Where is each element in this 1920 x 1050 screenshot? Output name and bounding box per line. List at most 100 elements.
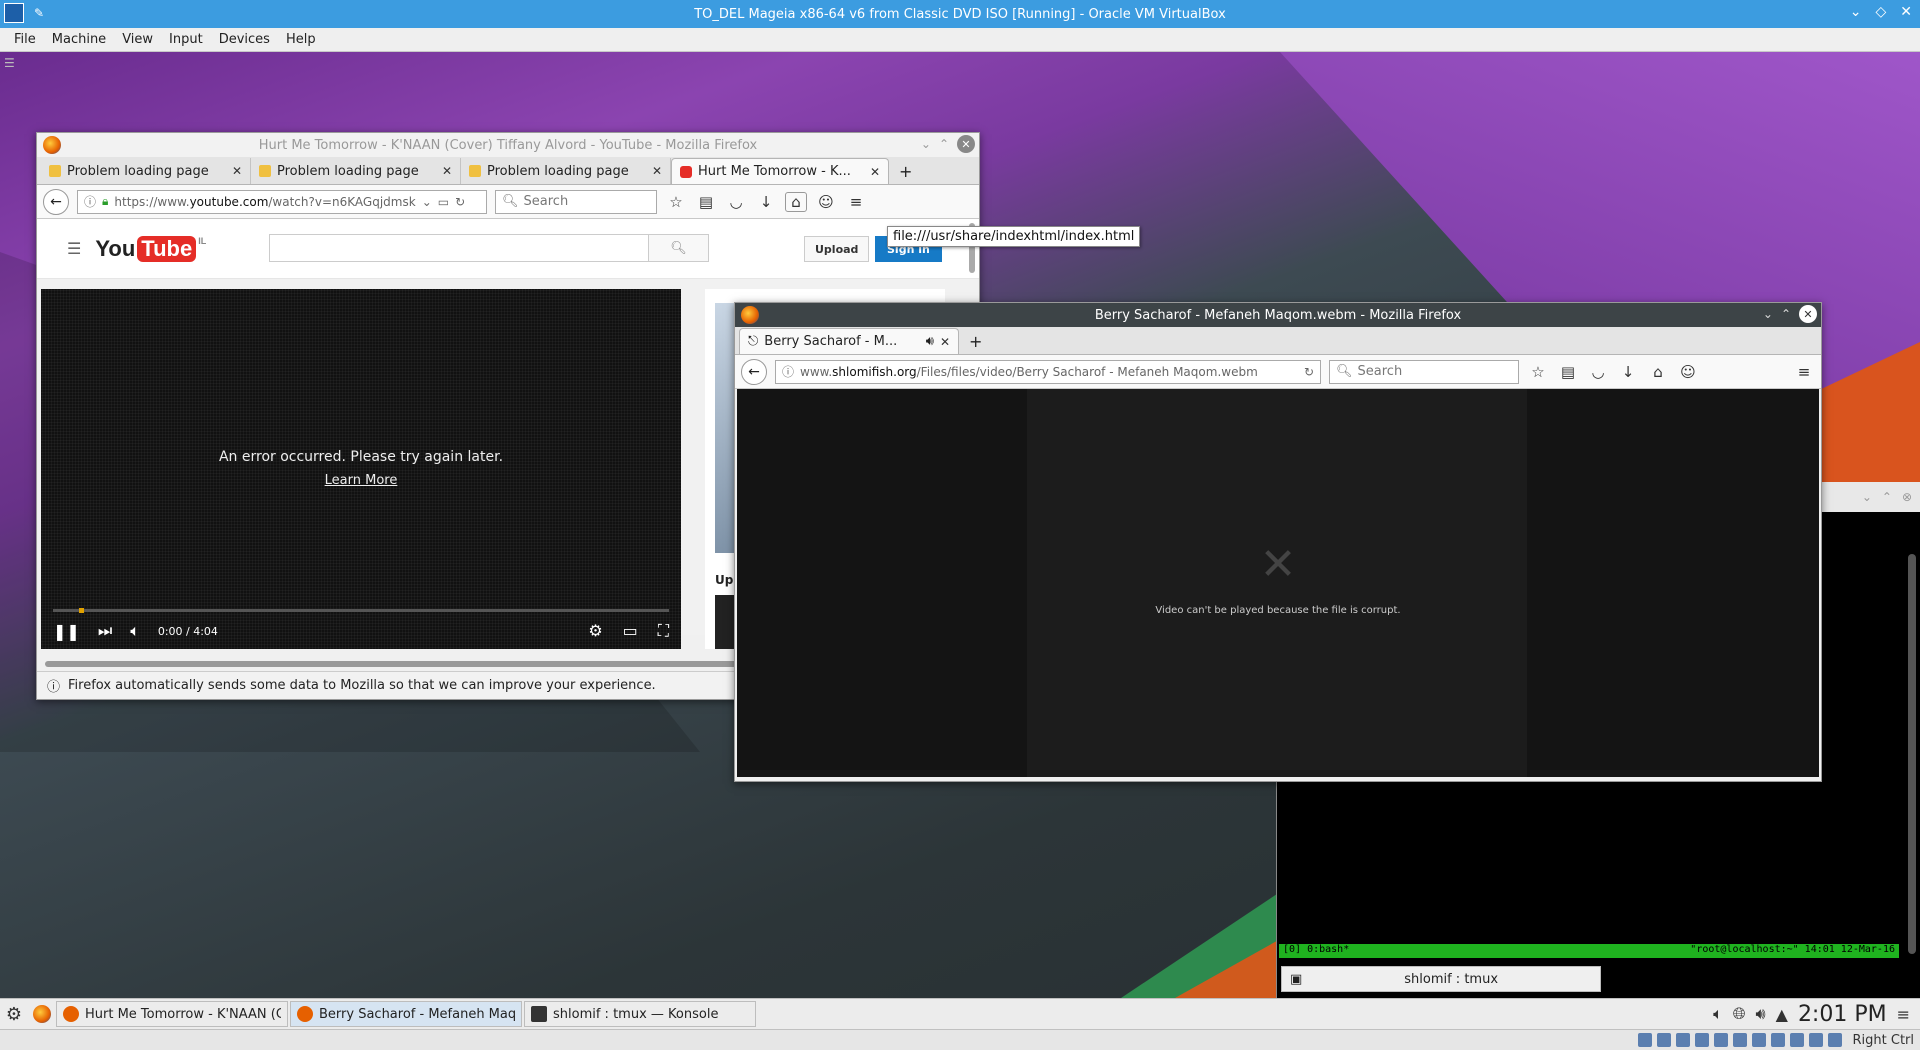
usb-icon[interactable] [1713, 1033, 1728, 1047]
close-icon[interactable]: ⊗ [1902, 490, 1912, 504]
tab-close-icon[interactable]: ✕ [870, 165, 880, 179]
pocket-icon[interactable]: ◡ [725, 193, 747, 211]
hamburger-menu-icon[interactable]: ≡ [845, 193, 867, 211]
download-icon[interactable]: ↓ [1617, 363, 1639, 381]
pin-icon[interactable]: ✎ [34, 6, 44, 20]
next-icon[interactable]: ⏭︎ [98, 621, 112, 641]
close-icon[interactable]: ✕ [1799, 305, 1817, 323]
tab-close-icon[interactable]: ✕ [442, 164, 452, 178]
url-bar[interactable]: ⓘ www.shlomifish.org/Files/files/video/B… [775, 359, 1321, 384]
fullscreen-icon[interactable]: ⛶ [658, 621, 669, 641]
task-berry-firefox[interactable]: Berry Sacharof - Mefaneh Maq [290, 1001, 522, 1027]
display-icon[interactable] [1751, 1033, 1766, 1047]
menu-machine[interactable]: Machine [44, 32, 114, 47]
hamburger-menu-icon[interactable]: ≡ [1793, 363, 1815, 381]
learn-more-link[interactable]: Learn More [41, 473, 681, 488]
bookmarks-list-icon[interactable]: ▤ [1557, 363, 1579, 381]
bookmark-star-icon[interactable]: ☆ [1527, 363, 1549, 381]
tab-close-icon[interactable]: ✕ [232, 164, 242, 178]
progress-scrubber[interactable] [79, 608, 84, 613]
yt-menu-icon[interactable]: ☰ [67, 239, 81, 258]
clock[interactable]: 2:01 PM [1798, 1002, 1887, 1027]
upload-button[interactable]: Upload [804, 236, 870, 262]
pause-icon[interactable]: ❚❚ [53, 622, 80, 641]
panel-menu-icon[interactable]: ≡ [1897, 1005, 1910, 1024]
bookmarks-list-icon[interactable]: ▤ [695, 193, 717, 211]
menu-help[interactable]: Help [278, 32, 324, 47]
firefox-launcher-icon[interactable] [28, 1000, 56, 1028]
youtube-logo[interactable]: You Tube IL [95, 235, 206, 262]
tray-expand-icon[interactable]: ▲ [1776, 1005, 1788, 1024]
theater-mode-icon[interactable]: ▭ [623, 621, 638, 641]
volume-icon[interactable]: 🔊︎ [1756, 1004, 1766, 1024]
reader-view-icon[interactable]: ▭ [438, 195, 449, 209]
browser-tab[interactable]: Problem loading page ✕ [461, 158, 671, 184]
hard-disk-icon[interactable] [1637, 1033, 1652, 1047]
maximize-icon[interactable]: ◇ [1875, 4, 1886, 20]
dropdown-icon[interactable]: ⌄ [422, 195, 432, 209]
terminal-scrollbar[interactable] [1908, 554, 1916, 954]
search-bar[interactable]: 🔍︎ Search [1329, 359, 1519, 384]
audio-icon[interactable] [1675, 1033, 1690, 1047]
yt-search-input[interactable] [270, 235, 648, 261]
back-button[interactable]: ← [43, 188, 69, 215]
download-icon[interactable]: ↓ [755, 193, 777, 211]
application-launcher-icon[interactable]: ⚙︎ [0, 1000, 28, 1028]
maximize-icon[interactable]: ⌃ [939, 137, 949, 151]
tab-close-icon[interactable]: ✕ [652, 164, 662, 178]
search-bar[interactable]: 🔍︎ Search [495, 189, 657, 214]
close-icon[interactable]: ✕ [957, 135, 975, 153]
audio-playing-icon[interactable]: 🔊︎ [926, 334, 934, 349]
network-globe-icon[interactable]: 🌐︎ [1733, 1004, 1746, 1024]
menu-input[interactable]: Input [161, 32, 211, 47]
minimize-icon[interactable]: ⌄ [921, 137, 931, 151]
menu-file[interactable]: File [6, 32, 44, 47]
desktop-menu-icon[interactable]: ☰ [4, 56, 15, 70]
reload-icon[interactable]: ↻ [1304, 365, 1314, 379]
new-tab-button[interactable]: + [959, 328, 992, 354]
network-icon[interactable] [1694, 1033, 1709, 1047]
back-button[interactable]: ← [741, 358, 767, 385]
speaker-icon[interactable]: 🔈︎ [1713, 1004, 1723, 1024]
minimize-icon[interactable]: ⌄ [1850, 4, 1862, 20]
pocket-icon[interactable]: ◡ [1587, 363, 1609, 381]
home-icon[interactable]: ⌂ [1647, 363, 1669, 381]
cpu-icon[interactable] [1789, 1033, 1804, 1047]
konsole-tab[interactable]: ▣ shlomif : tmux [1281, 966, 1601, 992]
new-tab-button[interactable]: + [889, 158, 922, 184]
minimize-icon[interactable]: ⌄ [1763, 307, 1773, 321]
url-bar[interactable]: ⓘ 🔒︎ https://www.youtube.com/watch?v=n6K… [77, 189, 487, 214]
video-capture-icon[interactable] [1770, 1033, 1785, 1047]
yt-search-button[interactable]: 🔍︎ [648, 235, 708, 261]
menu-view[interactable]: View [114, 32, 161, 47]
task-youtube-firefox[interactable]: Hurt Me Tomorrow - K'NAAN (C [56, 1001, 288, 1027]
mouse-integration-icon[interactable] [1808, 1033, 1823, 1047]
volume-icon[interactable]: 🔈︎ [130, 621, 140, 641]
maximize-icon[interactable]: ⌃ [1882, 490, 1892, 504]
minimize-icon[interactable]: ⌄ [1862, 490, 1872, 504]
tab-close-icon[interactable]: ✕ [940, 335, 950, 349]
keyboard-icon[interactable] [1827, 1033, 1842, 1047]
progress-bar[interactable] [53, 608, 669, 613]
video-viewer[interactable]: ✕ Video can't be played because the file… [737, 389, 1819, 777]
reload-icon[interactable]: ↻ [455, 195, 465, 209]
maximize-icon[interactable]: ⌃ [1781, 307, 1791, 321]
info-icon[interactable]: ⓘ [84, 193, 96, 210]
settings-gear-icon[interactable]: ⚙︎ [588, 621, 602, 641]
horizontal-scrollbar[interactable] [45, 661, 785, 667]
browser-tab[interactable]: Problem loading page ✕ [251, 158, 461, 184]
home-icon[interactable]: ⌂ [785, 191, 807, 212]
chat-icon[interactable]: ☺ [815, 193, 837, 211]
menu-devices[interactable]: Devices [211, 32, 278, 47]
browser-tab-active[interactable]: ⎋ Berry Sacharof - M... 🔊︎ ✕ [739, 328, 959, 354]
browser-tab[interactable]: Problem loading page ✕ [41, 158, 251, 184]
bookmark-star-icon[interactable]: ☆ [665, 193, 687, 211]
close-icon[interactable]: ✕ [1900, 4, 1912, 20]
chat-icon[interactable]: ☺ [1677, 363, 1699, 381]
optical-drive-icon[interactable] [1656, 1033, 1671, 1047]
info-icon[interactable]: ⓘ [782, 363, 794, 380]
task-konsole[interactable]: shlomif : tmux — Konsole [524, 1001, 756, 1027]
browser-tab-active[interactable]: Hurt Me Tomorrow - K... ✕ [671, 158, 889, 184]
shared-folders-icon[interactable] [1732, 1033, 1747, 1047]
video-player[interactable]: An error occurred. Please try again late… [41, 289, 681, 649]
